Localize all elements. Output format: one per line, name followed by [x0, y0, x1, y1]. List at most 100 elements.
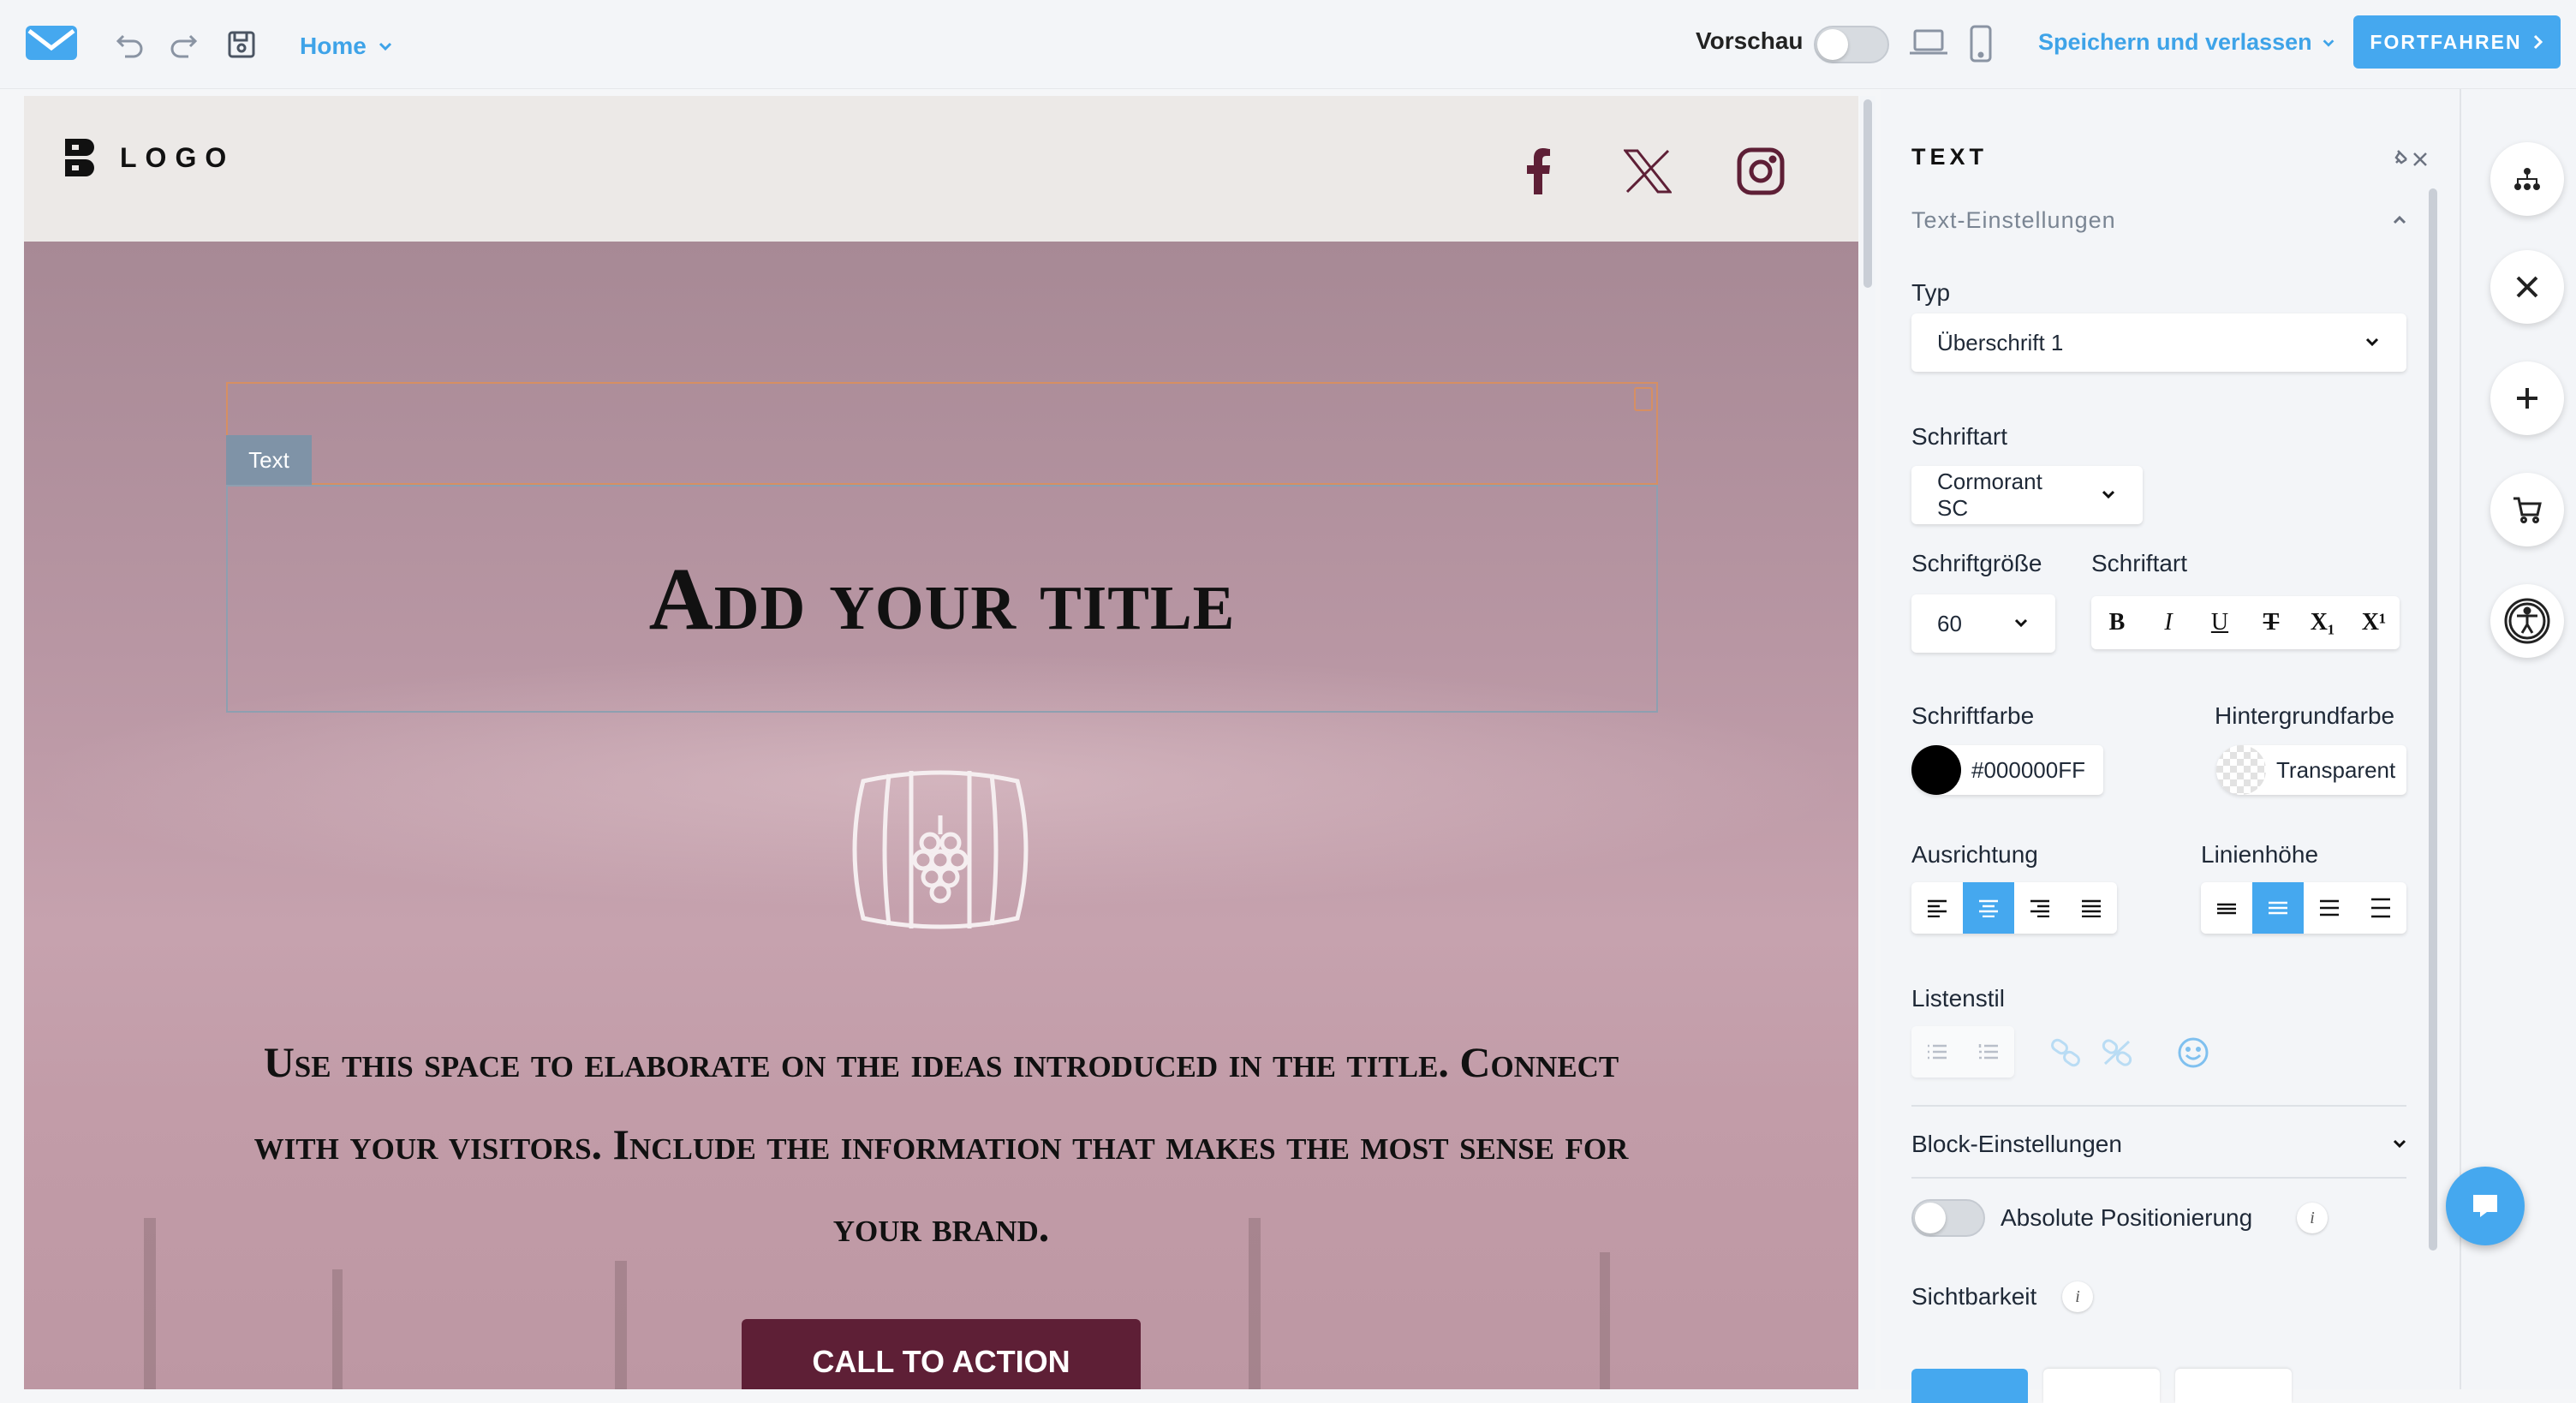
- hero-title[interactable]: Add your title: [649, 548, 1236, 650]
- plus-icon[interactable]: [2490, 361, 2564, 435]
- barrel-icon: [838, 764, 1043, 940]
- align-center-button[interactable]: [1963, 882, 2014, 934]
- link-icon[interactable]: [2048, 1038, 2083, 1072]
- list-style-group: [1911, 1026, 2014, 1078]
- hover-outline: [226, 382, 1658, 485]
- continue-button[interactable]: FORTFAHREN: [2353, 15, 2561, 69]
- chevron-down-icon: [2365, 337, 2379, 347]
- align-right-icon: [2030, 899, 2049, 917]
- font-color-value[interactable]: #000000FF: [1971, 757, 2085, 784]
- type-value: Überschrift 1: [1937, 329, 2064, 355]
- call-to-action-button[interactable]: CALL TO ACTION: [742, 1319, 1141, 1389]
- bullet-list-button[interactable]: [1911, 1026, 1963, 1078]
- chevron-down-icon: [379, 42, 391, 51]
- info-icon[interactable]: i: [2062, 1281, 2093, 1312]
- font-size-label: Schriftgröße: [1911, 550, 2042, 576]
- hero-paragraph[interactable]: Use this space to elaborate on the ideas…: [230, 1021, 1653, 1268]
- save-and-exit-label: Speichern und verlassen: [2038, 29, 2312, 55]
- x-icon[interactable]: [1622, 146, 1673, 197]
- chevron-up-icon[interactable]: [2391, 212, 2408, 230]
- strikethrough-button[interactable]: T: [2245, 596, 2297, 649]
- visibility-desktop-button[interactable]: [1911, 1369, 2028, 1403]
- preview-label: Vorschau: [1696, 27, 1804, 54]
- numbered-list-button[interactable]: [1963, 1026, 2014, 1078]
- panel-title: TEXT: [1911, 144, 1989, 170]
- italic-button[interactable]: I: [2143, 596, 2194, 649]
- preview-toggle[interactable]: [1814, 26, 1889, 63]
- block-settings-header[interactable]: Block-Einstellungen: [1911, 1131, 2122, 1158]
- canvas-scroll-thumb[interactable]: [1863, 99, 1872, 288]
- logo-mark-icon: [65, 139, 94, 176]
- numbered-list-icon: [1978, 1044, 1998, 1060]
- line-height-relaxed-button[interactable]: [2304, 882, 2355, 934]
- title-text-block[interactable]: Add your title: [226, 485, 1658, 713]
- save-and-exit-button[interactable]: Speichern und verlassen: [2038, 29, 2336, 56]
- bg-color-picker[interactable]: Transparent: [2216, 745, 2406, 795]
- save-icon[interactable]: [224, 27, 259, 62]
- chevron-down-icon: [2323, 39, 2334, 47]
- page-selector[interactable]: Home: [300, 26, 394, 67]
- chevron-down-icon[interactable]: [2391, 1137, 2408, 1155]
- laptop-icon[interactable]: [1908, 26, 1949, 60]
- underline-button[interactable]: U: [2194, 596, 2245, 649]
- text-settings-header[interactable]: Text-Einstellungen: [1911, 207, 2116, 234]
- canvas-scrollbar[interactable]: [1860, 96, 1875, 1389]
- redo-icon[interactable]: [166, 27, 200, 62]
- chat-icon[interactable]: [2446, 1167, 2525, 1245]
- line-height-compact-icon: [2217, 903, 2236, 915]
- line-height-relaxed-icon: [2320, 899, 2339, 916]
- accessibility-icon[interactable]: [2490, 584, 2564, 658]
- visibility-mobile-button[interactable]: [2175, 1369, 2292, 1403]
- logo-text: LOGO: [120, 141, 236, 173]
- emoji-icon[interactable]: [2177, 1036, 2209, 1073]
- bg-color-label: Hintergrundfarbe: [2215, 702, 2395, 729]
- font-size-value: 60: [1937, 610, 1962, 636]
- unlink-icon[interactable]: [2100, 1038, 2134, 1072]
- font-label: Schriftart: [1911, 423, 2008, 450]
- line-height-loose-icon: [2371, 898, 2390, 918]
- superscript-button[interactable]: X¹: [2348, 596, 2400, 649]
- line-height-compact-button[interactable]: [2201, 882, 2252, 934]
- font-color-label: Schriftfarbe: [1911, 702, 2035, 729]
- bg-color-swatch[interactable]: [2216, 745, 2266, 795]
- close-panel-icon[interactable]: [2412, 151, 2429, 172]
- bg-color-value[interactable]: Transparent: [2276, 757, 2395, 784]
- settings-panel: TEXT Text-Einstellungen Typ Überschrift …: [1881, 89, 2460, 1403]
- sitemap-icon[interactable]: [2490, 142, 2564, 216]
- absolute-position-toggle[interactable]: [1911, 1199, 1985, 1237]
- visibility-label: Sichtbarkeit: [1911, 1283, 2037, 1310]
- type-dropdown[interactable]: Überschrift 1: [1911, 313, 2406, 372]
- pin-icon[interactable]: [2391, 147, 2412, 172]
- drag-handle-icon[interactable]: [1634, 387, 1653, 411]
- subscript-button[interactable]: X₁: [2297, 596, 2348, 649]
- page-canvas[interactable]: LOGO Text Add your title Use this space …: [24, 96, 1858, 1389]
- font-color-swatch[interactable]: [1911, 745, 1961, 795]
- element-type-tag: Text: [226, 435, 312, 485]
- font-size-dropdown[interactable]: 60: [1911, 594, 2055, 653]
- font-dropdown[interactable]: Cormorant SC: [1911, 466, 2143, 524]
- info-icon[interactable]: i: [2297, 1203, 2328, 1233]
- close-icon[interactable]: [2490, 250, 2564, 324]
- line-height-normal-button[interactable]: [2252, 882, 2304, 934]
- section-divider: [1911, 1177, 2406, 1179]
- site-header[interactable]: LOGO: [24, 96, 1858, 242]
- cart-icon[interactable]: [2490, 473, 2564, 546]
- line-height-loose-button[interactable]: [2355, 882, 2406, 934]
- type-label: Typ: [1911, 279, 1951, 306]
- facebook-icon[interactable]: [1512, 146, 1564, 197]
- font-color-picker[interactable]: #000000FF: [1911, 745, 2103, 795]
- instagram-icon[interactable]: [1735, 146, 1786, 197]
- list-style-label: Listenstil: [1911, 985, 2005, 1012]
- align-justify-button[interactable]: [2066, 882, 2117, 934]
- bold-button[interactable]: B: [2091, 596, 2143, 649]
- site-logo[interactable]: LOGO: [63, 137, 235, 178]
- align-left-button[interactable]: [1911, 882, 1963, 934]
- mail-logo-icon[interactable]: [24, 24, 79, 62]
- undo-icon[interactable]: [113, 27, 147, 62]
- line-height-label: Linienhöhe: [2201, 841, 2319, 868]
- visibility-tablet-button[interactable]: [2043, 1369, 2160, 1403]
- mobile-icon[interactable]: [1968, 24, 1994, 63]
- align-right-button[interactable]: [2014, 882, 2066, 934]
- align-justify-icon: [2082, 899, 2101, 917]
- panel-scrollbar[interactable]: [2429, 188, 2437, 1251]
